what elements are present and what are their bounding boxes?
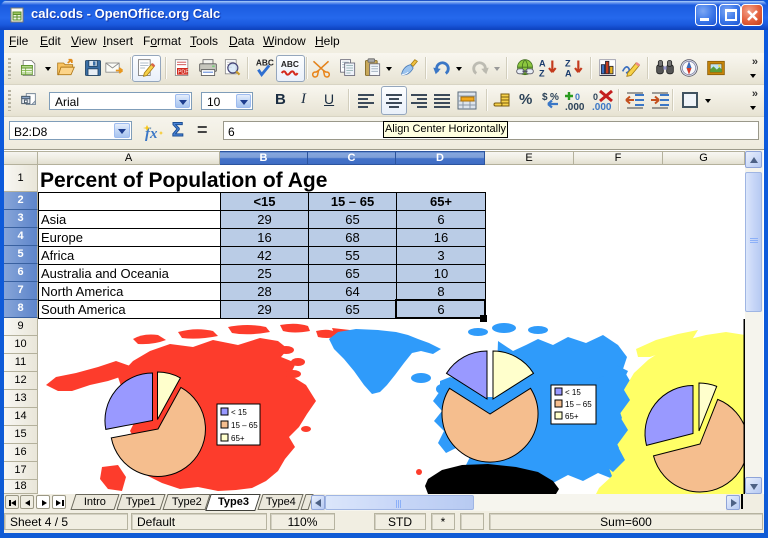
svg-text:15 – 65: 15 – 65 bbox=[231, 421, 258, 430]
svg-text:0: 0 bbox=[575, 92, 580, 102]
svg-text:A: A bbox=[539, 58, 546, 68]
svg-text:$: $ bbox=[542, 92, 548, 103]
svg-text:ABC: ABC bbox=[281, 59, 299, 69]
svg-text:< 15: < 15 bbox=[231, 408, 247, 417]
svg-text:< 15: < 15 bbox=[565, 388, 581, 397]
svg-text:Z: Z bbox=[539, 68, 545, 78]
svg-text:65+: 65+ bbox=[565, 412, 579, 421]
svg-text:15 – 65: 15 – 65 bbox=[565, 400, 592, 409]
svg-text:.000: .000 bbox=[565, 102, 585, 112]
svg-text:Z: Z bbox=[565, 58, 571, 68]
svg-text:ABC: ABC bbox=[256, 58, 274, 68]
svg-text:A: A bbox=[565, 68, 572, 78]
svg-text:PDF: PDF bbox=[178, 69, 190, 75]
svg-text:0: 0 bbox=[593, 92, 598, 102]
svg-text:65+: 65+ bbox=[231, 434, 245, 443]
svg-text:.000: .000 bbox=[592, 102, 612, 112]
